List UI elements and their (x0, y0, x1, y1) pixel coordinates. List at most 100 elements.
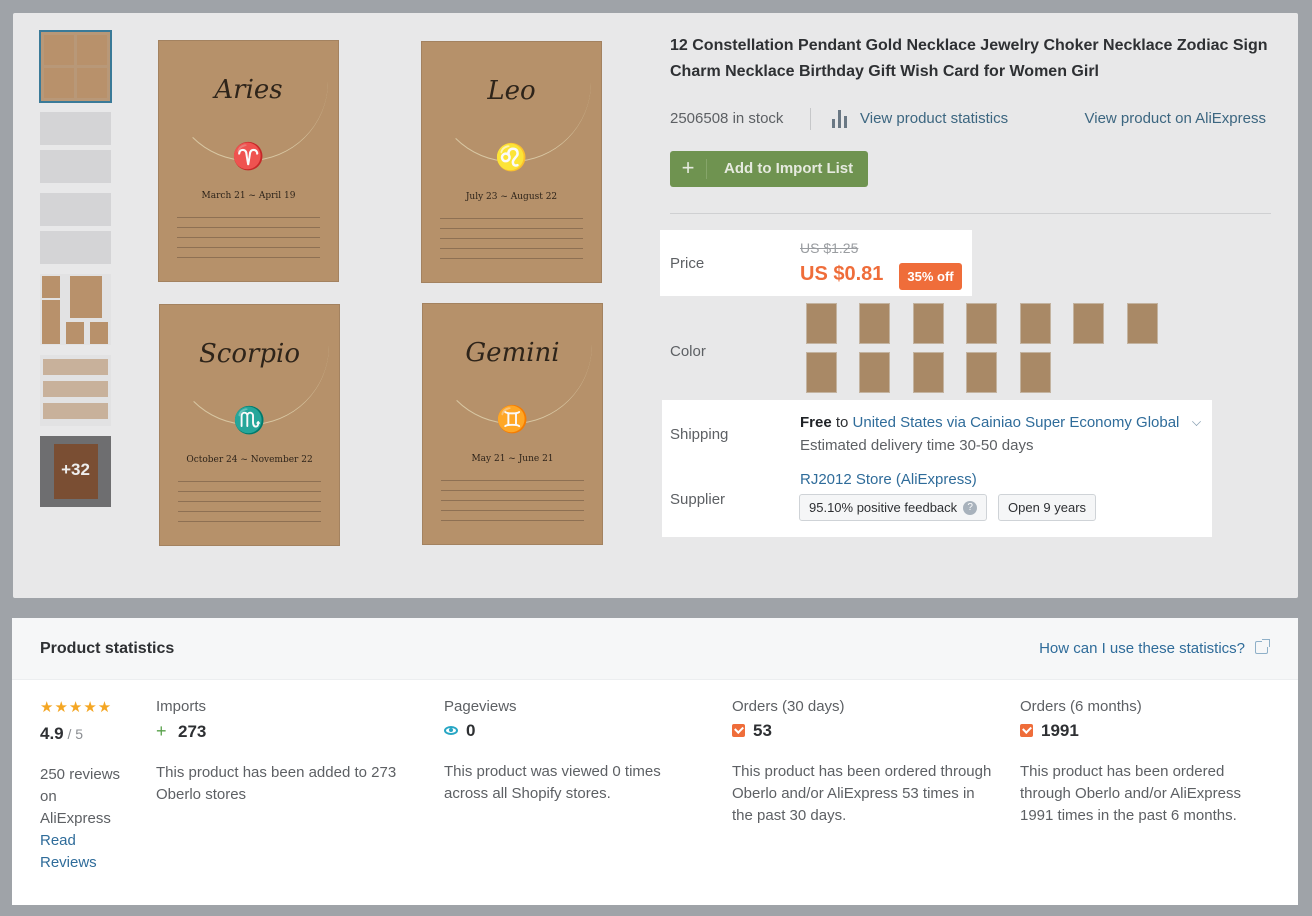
zodiac-dates: July 23 ~ August 22 (465, 192, 558, 202)
view-statistics-link[interactable]: View product statistics (860, 110, 1008, 127)
stock-count: 2506508 in stock (670, 110, 784, 127)
delivery-estimate: Estimated delivery time 30-50 days (800, 437, 1034, 454)
pageviews-value: 0 (466, 721, 476, 740)
button-divider (706, 159, 707, 179)
color-swatch[interactable] (966, 352, 997, 393)
original-price: US $1.25 (800, 240, 859, 256)
shipping-destination-link[interactable]: United States via Cainiao Super Economy … (853, 414, 1180, 431)
zodiac-glyph: ♈ (232, 141, 265, 171)
view-on-aliexpress-link[interactable]: View product on AliExpress (1085, 110, 1267, 127)
supplier-store-link[interactable]: RJ2012 Store (AliExpress) (800, 471, 977, 488)
add-to-import-list-button[interactable]: + Add to Import List (670, 151, 868, 187)
button-label: Add to Import List (724, 160, 854, 177)
divider (810, 108, 811, 130)
divider (670, 213, 1271, 214)
read-reviews-link[interactable]: Read Reviews (40, 830, 130, 874)
plus-icon: + (681, 155, 695, 180)
imports-column: Imports +273 This product has been added… (156, 698, 416, 806)
color-swatch[interactable] (806, 352, 837, 393)
store-age-badge: Open 9 years (998, 494, 1097, 521)
orders-6m-value: 1991 (1041, 721, 1079, 740)
color-swatch[interactable] (1020, 352, 1051, 393)
zodiac-name: Gemini (465, 338, 560, 368)
statistics-help-text: How can I use these statistics? (1039, 640, 1245, 657)
color-swatch[interactable] (1020, 303, 1051, 344)
zodiac-name: Aries (214, 75, 283, 105)
external-link-icon (1255, 639, 1270, 654)
rating-value: 4.9 / 5 (40, 724, 140, 744)
zodiac-dates: May 21 ~ June 21 (471, 454, 554, 464)
product-title: 12 Constellation Pendant Gold Necklace J… (670, 37, 1268, 80)
reviews-summary: 250 reviews on AliExpress Read Reviews (40, 764, 130, 874)
price-panel: Price US $1.25 US $0.81 35% off (660, 230, 972, 296)
statistics-help-link[interactable]: How can I use these statistics? (1039, 639, 1270, 657)
thumbnail-list: +32 (39, 30, 112, 517)
plus-icon: + (156, 721, 167, 741)
discount-badge: 35% off (899, 263, 962, 290)
statistics-header: Product statistics How can I use these s… (12, 618, 1298, 680)
imports-caption: Imports (156, 698, 207, 715)
orders-30-caption: Orders (30 days) (732, 698, 845, 715)
gallery-image-leo: Leo ♌ July 23 ~ August 22 (421, 41, 602, 283)
zodiac-glyph: ♊ (496, 404, 529, 434)
color-swatch[interactable] (806, 303, 837, 344)
supplier-label: Supplier (670, 491, 726, 508)
rating-max: / 5 (63, 726, 84, 742)
thumbnail-5[interactable] (40, 355, 111, 426)
color-swatch[interactable] (1127, 303, 1158, 344)
shipping-to-text: to (831, 414, 853, 431)
thumbnail-1[interactable] (39, 30, 112, 103)
star-rating-icon: ★★★★★ (40, 699, 113, 716)
thumbnail-2[interactable] (40, 112, 111, 183)
orders-6m-column: Orders (6 months) 1991 This product has … (1020, 698, 1270, 827)
more-images-count: +32 (61, 460, 90, 479)
bar-chart-icon (830, 110, 848, 128)
eye-icon (444, 726, 458, 735)
orders-30-description: This product has been ordered through Ob… (732, 763, 992, 824)
zodiac-dates: October 24 ~ November 22 (186, 455, 313, 465)
zodiac-name: Scorpio (198, 339, 301, 369)
imports-description: This product has been added to 273 Oberl… (156, 764, 397, 803)
color-swatch[interactable] (966, 303, 997, 344)
orders-30-value: 53 (753, 721, 772, 740)
color-swatch[interactable] (913, 303, 944, 344)
imports-value: 273 (178, 722, 207, 741)
pageviews-column: Pageviews 0 This product was viewed 0 ti… (444, 698, 704, 805)
shipping-label: Shipping (670, 426, 729, 443)
rating-number: 4.9 (40, 724, 64, 743)
thumbnail-3[interactable] (40, 193, 111, 264)
help-icon[interactable]: ? (963, 500, 978, 515)
stock-row: 2506508 in stock View product statistics… (670, 108, 1267, 130)
orders-6m-caption: Orders (6 months) (1020, 698, 1142, 715)
gallery-image-gemini: Gemini ♊ May 21 ~ June 21 (422, 303, 603, 545)
color-swatch[interactable] (859, 352, 890, 393)
cart-icon (1020, 724, 1033, 737)
rating-column: ★★★★★ 4.9 / 5 250 reviews on AliExpress … (40, 698, 140, 874)
zodiac-glyph: ♏ (233, 405, 266, 435)
price-label: Price (670, 255, 705, 272)
statistics-title: Product statistics (40, 640, 175, 657)
color-label: Color (670, 343, 706, 360)
product-gallery: Aries ♈ March 21 ~ April 19 Leo ♌ July 2… (158, 40, 604, 546)
product-statistics-panel: Product statistics How can I use these s… (12, 618, 1298, 905)
shipping-supplier-panel: Shipping Free to United States via Caini… (662, 400, 1212, 537)
color-swatch[interactable] (1073, 303, 1104, 344)
current-price: US $0.81 (800, 263, 884, 285)
color-swatch[interactable] (913, 352, 944, 393)
orders-30-column: Orders (30 days) 53 This product has bee… (732, 698, 997, 827)
zodiac-name: Leo (487, 76, 536, 106)
zodiac-glyph: ♌ (495, 142, 528, 172)
chevron-down-icon[interactable] (1192, 417, 1201, 426)
reviews-count: 250 reviews on AliExpress (40, 766, 121, 827)
pageviews-caption: Pageviews (444, 698, 517, 715)
shipping-method[interactable]: Free to United States via Cainiao Super … (800, 414, 1179, 431)
free-shipping-text: Free (800, 414, 832, 431)
orders-6m-description: This product has been ordered through Ob… (1020, 763, 1241, 824)
thumbnail-more[interactable]: +32 (40, 436, 111, 507)
cart-icon (732, 724, 745, 737)
gallery-image-scorpio: Scorpio ♏ October 24 ~ November 22 (159, 304, 340, 546)
feedback-badge: 95.10% positive feedback? (799, 494, 988, 521)
thumbnail-4[interactable] (40, 274, 111, 345)
feedback-text: 95.10% positive feedback (809, 500, 958, 515)
color-swatch[interactable] (859, 303, 890, 344)
